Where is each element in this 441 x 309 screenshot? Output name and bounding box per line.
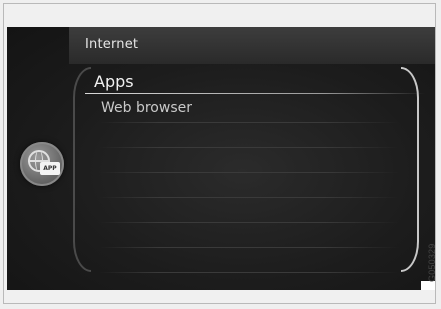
menu-item-apps[interactable]: Apps [85, 71, 425, 94]
infotainment-screen: Internet Apps Web browser APP G050329 [7, 27, 435, 290]
row-divider [99, 197, 399, 198]
page-title: Internet [85, 37, 139, 52]
menu-list: Apps Web browser [85, 71, 425, 285]
row-divider [99, 247, 399, 248]
page-frame: Internet Apps Web browser APP G050329 [0, 0, 441, 309]
selection-underline [85, 93, 425, 94]
figure-code: G050329 [427, 243, 435, 282]
menu-item-label: Apps [94, 72, 134, 91]
figure-code-box [421, 281, 435, 290]
row-divider [99, 272, 399, 273]
row-divider [99, 147, 399, 148]
row-divider [99, 172, 399, 173]
menu-item-label: Web browser [101, 100, 192, 116]
row-divider [99, 222, 399, 223]
app-button[interactable]: APP [20, 142, 64, 186]
row-divider [99, 122, 399, 123]
app-badge: APP [40, 162, 60, 175]
